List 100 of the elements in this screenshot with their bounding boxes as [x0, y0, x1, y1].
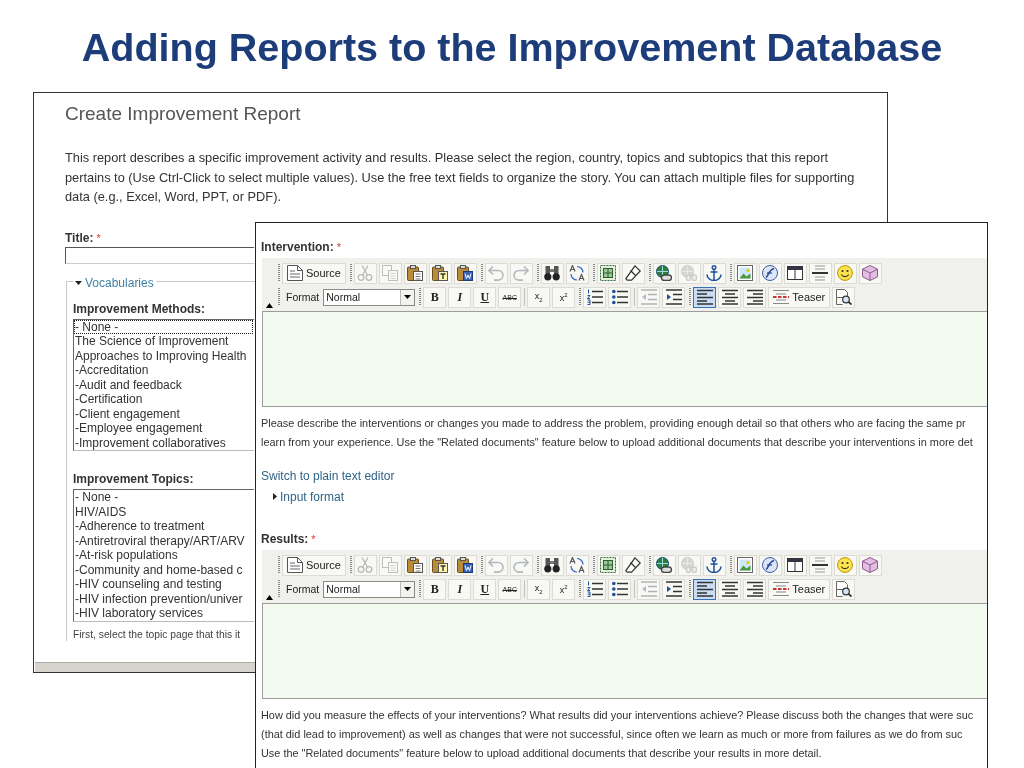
list-option[interactable]: Approaches to Improving Health [74, 348, 247, 363]
find-button[interactable] [540, 262, 564, 284]
grip-icon[interactable] [729, 264, 732, 282]
vocabularies-toggle[interactable]: Vocabularies [75, 275, 154, 290]
link-button[interactable] [652, 262, 676, 284]
numbered-list-button[interactable] [583, 578, 607, 600]
list-option[interactable]: HIV/AIDS [74, 504, 127, 519]
list-option[interactable]: -At-risk populations [74, 548, 178, 563]
paste-button[interactable] [403, 554, 427, 576]
list-box[interactable]: - None - The Science of Improvement Approaches to Improving Health -Accreditation -Audit and feedback -Certification -Client engagement -Employee engagement -Improvement collaboratives [73, 318, 254, 451]
grip-icon[interactable] [729, 556, 732, 574]
bullet-list-button[interactable] [608, 286, 632, 308]
rule-button[interactable] [808, 554, 832, 576]
indent-button[interactable] [662, 578, 686, 600]
remove-format-button[interactable] [621, 262, 645, 284]
list-option[interactable]: -Improvement collaboratives [74, 435, 226, 450]
list-option[interactable]: -HIV counseling and testing [74, 577, 222, 592]
select-all-button[interactable] [596, 262, 620, 284]
grip-icon[interactable] [536, 556, 539, 574]
special-button[interactable] [858, 554, 882, 576]
teaser-button[interactable]: Teaser [768, 578, 831, 600]
list-option[interactable]: -Accreditation [74, 363, 149, 378]
media-button[interactable] [758, 262, 782, 284]
preview-button[interactable] [832, 286, 856, 308]
subscript-button[interactable]: x$_{2}$ [527, 578, 551, 600]
align-center-button[interactable] [718, 578, 742, 600]
list-option[interactable]: The Science of Improvement [74, 334, 229, 349]
underline-button[interactable]: U [473, 578, 497, 600]
grip-icon[interactable] [349, 264, 352, 282]
grip-icon[interactable] [648, 264, 651, 282]
anchor-button[interactable] [702, 554, 726, 576]
title-input[interactable] [65, 246, 254, 264]
remove-format-button[interactable] [621, 554, 645, 576]
underline-button[interactable]: U [473, 286, 497, 308]
media-button[interactable] [758, 554, 782, 576]
list-option[interactable]: - None - [74, 490, 119, 505]
subscript-button[interactable]: x$_{2}$ [527, 286, 551, 308]
anchor-button[interactable] [702, 262, 726, 284]
grip-icon[interactable] [592, 264, 595, 282]
format-select[interactable]: Normal [323, 580, 416, 598]
bullet-list-button[interactable] [608, 578, 632, 600]
italic-button[interactable]: I [448, 286, 472, 308]
list-option[interactable]: -Adherence to treatment [74, 519, 205, 534]
grip-icon[interactable] [648, 556, 651, 574]
input-format-toggle[interactable]: Input format [273, 489, 345, 504]
source-button[interactable]: Source [282, 554, 346, 576]
replace-button[interactable] [565, 262, 589, 284]
replace-button[interactable] [565, 554, 589, 576]
grip-icon[interactable] [592, 556, 595, 574]
scroll-bar[interactable] [35, 662, 255, 672]
smiley-button[interactable] [833, 262, 857, 284]
list-option[interactable]: - None - [74, 319, 253, 334]
align-right-button[interactable] [743, 286, 767, 308]
grip-icon[interactable] [579, 288, 582, 306]
grip-icon[interactable] [480, 264, 483, 282]
grip-icon[interactable] [689, 288, 692, 306]
grip-icon[interactable] [480, 556, 483, 574]
list-option[interactable]: -Audit and feedback [74, 377, 182, 392]
list-option[interactable]: -Community and home-based c [74, 562, 243, 577]
list-option[interactable]: -Antiretroviral therapy/ART/ARV [74, 533, 245, 548]
bold-button[interactable]: B [423, 286, 447, 308]
caret-up-icon[interactable] [265, 303, 273, 308]
list-option[interactable]: -HIV infection prevention/univer [74, 591, 243, 606]
teaser-button[interactable]: Teaser [768, 286, 831, 308]
grip-icon[interactable] [536, 264, 539, 282]
rule-button[interactable] [808, 262, 832, 284]
paste-button[interactable] [403, 262, 427, 284]
select-all-button[interactable] [596, 554, 620, 576]
align-right-button[interactable] [743, 578, 767, 600]
grip-icon[interactable] [349, 556, 352, 574]
table-button[interactable] [783, 554, 807, 576]
align-center-button[interactable] [718, 286, 742, 308]
superscript-button[interactable]: x$^{2}$ [552, 286, 576, 308]
grip-icon[interactable] [419, 288, 422, 306]
link-button[interactable] [652, 554, 676, 576]
paste-text-button[interactable] [428, 554, 452, 576]
caret-up-icon[interactable] [265, 595, 273, 600]
list-option[interactable]: -Employee engagement [74, 421, 203, 436]
grip-icon[interactable] [579, 580, 582, 598]
grip-icon[interactable] [419, 580, 422, 598]
align-left-button[interactable] [693, 286, 717, 308]
list-box[interactable] [73, 489, 254, 622]
align-left-button[interactable] [693, 578, 717, 600]
image-button[interactable] [733, 262, 757, 284]
numbered-list-button[interactable] [583, 286, 607, 308]
grip-icon[interactable] [689, 580, 692, 598]
special-button[interactable] [858, 262, 882, 284]
paste-text-button[interactable] [428, 262, 452, 284]
paste-word-button[interactable] [453, 262, 477, 284]
smiley-button[interactable] [833, 554, 857, 576]
italic-button[interactable]: I [448, 578, 472, 600]
bold-button[interactable]: B [423, 578, 447, 600]
table-button[interactable] [783, 262, 807, 284]
list-option[interactable]: -Certification [74, 392, 143, 407]
list-option[interactable]: -Client engagement [74, 406, 180, 421]
preview-button[interactable] [832, 578, 856, 600]
list-option[interactable]: -HIV laboratory services [74, 606, 204, 621]
image-button[interactable] [733, 554, 757, 576]
switch-editor-link[interactable]: Switch to plain text editor [261, 468, 395, 484]
indent-button[interactable] [662, 286, 686, 308]
